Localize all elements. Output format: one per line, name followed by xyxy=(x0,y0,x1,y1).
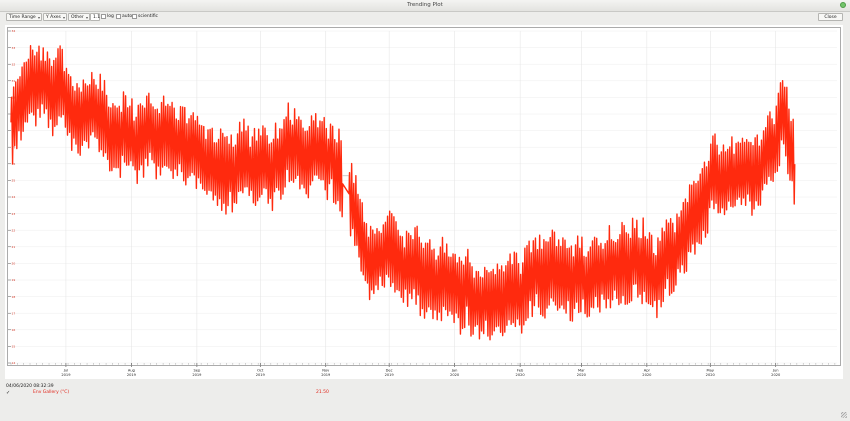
y-axes-dropdown[interactable]: Y Axes ▾ xyxy=(43,13,67,21)
window-title: Trending Plot xyxy=(407,2,443,8)
toolbar: Time Range ▾ Y Axes ▾ Other ▾ 1.1 log au… xyxy=(0,12,850,24)
x-tick-label-year: 2019 xyxy=(385,373,395,377)
x-tick-label-year: 2019 xyxy=(61,373,71,377)
x-tick-label-month: Aug xyxy=(128,369,135,373)
y-tick-label: 32 xyxy=(12,62,16,66)
y-tick-label: 25 xyxy=(12,179,16,183)
x-tick-label-year: 2020 xyxy=(706,373,716,377)
y-tick-label: 20 xyxy=(12,262,16,266)
y-tick-label: 16 xyxy=(12,328,16,332)
legend-series-value: 21.50 xyxy=(316,390,329,395)
auto-checkbox[interactable] xyxy=(116,14,121,19)
y-tick-label: 19 xyxy=(12,278,16,282)
y-tick-label: 33 xyxy=(12,46,16,50)
other-dropdown[interactable]: Other ▾ xyxy=(68,13,90,21)
y-axes-label: Y Axes xyxy=(46,15,61,20)
y-tick-label: 14 xyxy=(12,361,16,365)
x-tick-label-month: Jul xyxy=(63,369,68,373)
legend-series-name: Env Gallery (°C) xyxy=(33,390,70,395)
x-tick-label-year: 2020 xyxy=(771,373,781,377)
scientific-checkbox[interactable] xyxy=(132,14,137,19)
y-tick-label: 21 xyxy=(12,245,16,249)
series-visible-checkbox[interactable]: ✓ xyxy=(6,390,10,396)
x-tick-label-month: Mar xyxy=(578,369,585,373)
x-tick-label-month: Sep xyxy=(194,369,201,373)
cursor-timestamp: 04/06/2020 08:32:39 xyxy=(6,384,54,389)
chevron-down-icon: ▾ xyxy=(37,15,40,20)
x-tick-label-year: 2020 xyxy=(516,373,526,377)
x-tick-label-year: 2019 xyxy=(127,373,137,377)
trend-plot[interactable]: 14 15 16 17 18 19 20 21 22 23 24 25 26 27 28 29 30 31 32 33… xyxy=(5,25,843,379)
x-tick-label-year: 2019 xyxy=(192,373,202,377)
x-tick-label-month: Apr xyxy=(644,369,651,373)
x-tick-label-year: 2020 xyxy=(450,373,460,377)
y-tick-label: 34 xyxy=(12,29,16,33)
y-tick-label: 24 xyxy=(12,195,16,199)
chevron-down-icon: ▾ xyxy=(85,15,88,20)
y-tick-label: 23 xyxy=(12,212,16,216)
log-checkbox[interactable] xyxy=(101,14,106,19)
close-button-label: Close xyxy=(824,15,837,20)
x-tick-label-year: 2019 xyxy=(321,373,331,377)
x-tick-label-year: 2020 xyxy=(642,373,652,377)
x-tick-label-year: 2019 xyxy=(256,373,266,377)
resize-grip-icon[interactable] xyxy=(841,412,847,418)
scientific-label: scientific xyxy=(138,14,159,19)
y-tick-label: 31 xyxy=(12,79,16,83)
scale-input[interactable]: 1.1 xyxy=(90,13,100,21)
y-tick-label: 17 xyxy=(12,311,16,315)
x-tick-label-month: Feb xyxy=(517,369,524,373)
x-tick-label-month: May xyxy=(707,369,715,373)
y-tick-label: 22 xyxy=(12,228,16,232)
time-range-label: Time Range xyxy=(9,15,36,20)
chevron-down-icon: ▾ xyxy=(62,15,65,20)
log-label: log xyxy=(107,14,114,19)
x-tick-label-year: 2020 xyxy=(577,373,587,377)
y-tick-label: 18 xyxy=(12,295,16,299)
close-button[interactable]: Close xyxy=(818,13,843,21)
window-titlebar: Trending Plot xyxy=(0,0,850,12)
x-tick-label-month: Dec xyxy=(386,369,393,373)
time-range-dropdown[interactable]: Time Range ▾ xyxy=(6,13,42,21)
y-tick-label: 15 xyxy=(12,345,16,349)
scale-value: 1.1 xyxy=(93,15,101,20)
other-label: Other xyxy=(71,15,84,20)
window-close-icon[interactable] xyxy=(840,2,846,8)
auto-label: auto xyxy=(122,14,133,19)
x-tick-label-month: Oct xyxy=(257,369,264,373)
x-tick-label-month: Jun xyxy=(772,369,779,373)
x-tick-label-month: Nov xyxy=(322,369,330,373)
x-tick-label-month: Jan xyxy=(451,369,458,373)
